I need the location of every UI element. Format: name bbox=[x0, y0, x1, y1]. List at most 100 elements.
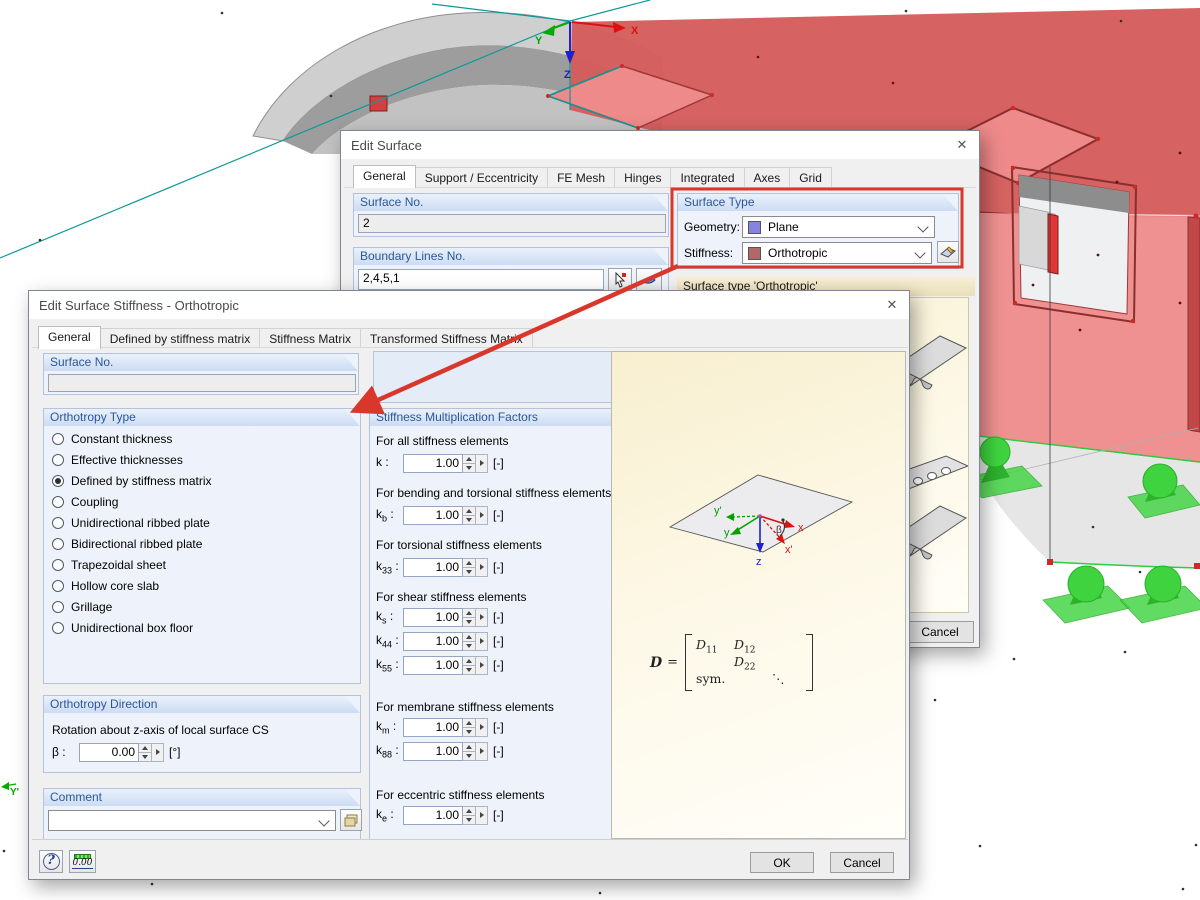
units-decimal-places-button[interactable]: 0.00 bbox=[69, 850, 96, 873]
spinner-expand[interactable] bbox=[476, 656, 488, 675]
radio-effective-thicknesses[interactable] bbox=[52, 454, 64, 466]
edit-stiffness-button[interactable] bbox=[937, 241, 959, 263]
radio-hollow-core-slab[interactable] bbox=[52, 580, 64, 592]
factor-row-ke: ke : 1.00 [-] bbox=[376, 805, 504, 825]
surface-no-input[interactable]: 2 bbox=[358, 214, 666, 233]
pick-lines-button[interactable] bbox=[608, 268, 632, 291]
geometry-color-swatch bbox=[748, 221, 761, 234]
spinner-expand[interactable] bbox=[476, 506, 488, 525]
beta-input[interactable]: 0.00 bbox=[79, 743, 139, 762]
factor-symbol: k88 : bbox=[376, 743, 403, 759]
spinner-expand[interactable] bbox=[476, 558, 488, 577]
factor-input[interactable]: 1.00 bbox=[403, 454, 463, 473]
chevron-down-icon bbox=[914, 247, 925, 258]
spinner-expand[interactable] bbox=[476, 632, 488, 651]
radio-label[interactable]: Effective thicknesses bbox=[71, 453, 183, 467]
comment-presets-button[interactable] bbox=[340, 809, 362, 831]
cancel-button[interactable]: Cancel bbox=[906, 621, 974, 643]
spinner[interactable] bbox=[139, 743, 152, 762]
spinner[interactable] bbox=[463, 632, 476, 651]
radio-grillage[interactable] bbox=[52, 601, 64, 613]
factor-input[interactable]: 1.00 bbox=[403, 742, 463, 761]
spinner-expand[interactable] bbox=[152, 743, 164, 762]
radio-bidirectional-ribbed-plate[interactable] bbox=[52, 538, 64, 550]
svg-text:y: y bbox=[724, 527, 730, 539]
tab-stiffness-matrix[interactable]: Stiffness Matrix bbox=[259, 328, 361, 349]
spinner-expand[interactable] bbox=[476, 454, 488, 473]
ok-button[interactable]: OK bbox=[750, 852, 814, 873]
radio-label[interactable]: Unidirectional box floor bbox=[71, 621, 193, 635]
spinner[interactable] bbox=[463, 558, 476, 577]
close-icon[interactable]: ✕ bbox=[945, 131, 979, 159]
factor-input[interactable]: 1.00 bbox=[403, 806, 463, 825]
spinner[interactable] bbox=[463, 742, 476, 761]
surface-no-input[interactable] bbox=[48, 374, 356, 392]
close-icon[interactable]: ✕ bbox=[875, 291, 909, 319]
factor-symbol: k55 : bbox=[376, 657, 403, 673]
geometry-select[interactable]: Plane bbox=[742, 216, 935, 238]
viewport-y-axis-label: Y' bbox=[1, 782, 19, 798]
spinner-expand[interactable] bbox=[476, 718, 488, 737]
axis-z-label: Z bbox=[564, 69, 571, 81]
tab-fe-mesh[interactable]: FE Mesh bbox=[547, 167, 615, 188]
radio-defined-by-stiffness-matrix[interactable] bbox=[52, 475, 64, 487]
svg-text:x': x' bbox=[785, 544, 793, 556]
spinner-expand[interactable] bbox=[476, 742, 488, 761]
spinner[interactable] bbox=[463, 656, 476, 675]
factor-symbol: k33 : bbox=[376, 559, 403, 575]
factor-unit: [-] bbox=[493, 634, 504, 648]
help-button[interactable]: ? bbox=[39, 850, 63, 873]
spinner-expand[interactable] bbox=[476, 608, 488, 627]
radio-constant-thickness[interactable] bbox=[52, 433, 64, 445]
spinner[interactable] bbox=[463, 506, 476, 525]
radio-label[interactable]: Trapezoidal sheet bbox=[71, 558, 166, 572]
boundary-lines-group: Boundary Lines No. 2,4,5,1 bbox=[353, 247, 669, 295]
stiffness-select[interactable]: Orthotropic bbox=[742, 242, 932, 264]
radio-label[interactable]: Constant thickness bbox=[71, 432, 172, 446]
factor-input[interactable]: 1.00 bbox=[403, 558, 463, 577]
factor-input[interactable]: 1.00 bbox=[403, 608, 463, 627]
spinner[interactable] bbox=[463, 608, 476, 627]
factor-symbol: km : bbox=[376, 719, 403, 735]
multi-select-button[interactable] bbox=[636, 268, 662, 291]
radio-label[interactable]: Grillage bbox=[71, 600, 112, 614]
tab-support-eccentricity[interactable]: Support / Eccentricity bbox=[415, 167, 548, 188]
tab-hinges[interactable]: Hinges bbox=[614, 167, 671, 188]
radio-unidirectional-ribbed-plate[interactable] bbox=[52, 517, 64, 529]
factor-input[interactable]: 1.00 bbox=[403, 718, 463, 737]
radio-label[interactable]: Defined by stiffness matrix bbox=[71, 474, 212, 488]
edit-surface-title: Edit Surface bbox=[351, 138, 422, 153]
radio-trapezoidal-sheet[interactable] bbox=[52, 559, 64, 571]
cancel-button[interactable]: Cancel bbox=[830, 852, 894, 873]
radio-label[interactable]: Bidirectional ribbed plate bbox=[71, 537, 202, 551]
stiffness-titlebar[interactable]: Edit Surface Stiffness - Orthotropic ✕ bbox=[29, 291, 909, 319]
spinner[interactable] bbox=[463, 806, 476, 825]
edit-surface-titlebar[interactable]: Edit Surface ✕ bbox=[341, 131, 979, 159]
orthotropy-type-header: Orthotropy Type bbox=[44, 409, 360, 426]
spinner-expand[interactable] bbox=[476, 806, 488, 825]
tab-general[interactable]: General bbox=[353, 165, 416, 188]
tab-defined-by-stiffness-matrix[interactable]: Defined by stiffness matrix bbox=[100, 328, 261, 349]
radio-label[interactable]: Hollow core slab bbox=[71, 579, 159, 593]
factor-input[interactable]: 1.00 bbox=[403, 656, 463, 675]
tab-transformed-stiffness-matrix[interactable]: Transformed Stiffness Matrix bbox=[360, 328, 533, 349]
tab-general[interactable]: General bbox=[38, 326, 101, 349]
factor-input[interactable]: 1.00 bbox=[403, 632, 463, 651]
stiffness-matrix-formula: D = D11 D12 D22 sym. ⋱ bbox=[650, 634, 813, 691]
factor-symbol: kb : bbox=[376, 507, 403, 523]
boundary-lines-input[interactable]: 2,4,5,1 bbox=[358, 269, 604, 290]
comment-combobox[interactable] bbox=[48, 810, 336, 831]
radio-label[interactable]: Unidirectional ribbed plate bbox=[71, 516, 210, 530]
radio-label[interactable]: Coupling bbox=[71, 495, 118, 509]
tab-integrated[interactable]: Integrated bbox=[670, 167, 744, 188]
factor-input[interactable]: 1.00 bbox=[403, 506, 463, 525]
tab-grid[interactable]: Grid bbox=[789, 167, 832, 188]
chevron-down-icon bbox=[318, 815, 329, 826]
radio-unidirectional-box-floor[interactable] bbox=[52, 622, 64, 634]
spinner[interactable] bbox=[463, 718, 476, 737]
radio-coupling[interactable] bbox=[52, 496, 64, 508]
surface-type-header: Surface Type bbox=[678, 194, 958, 211]
factor-row-k55: k55 : 1.00 [-] bbox=[376, 655, 504, 675]
tab-axes[interactable]: Axes bbox=[744, 167, 791, 188]
spinner[interactable] bbox=[463, 454, 476, 473]
